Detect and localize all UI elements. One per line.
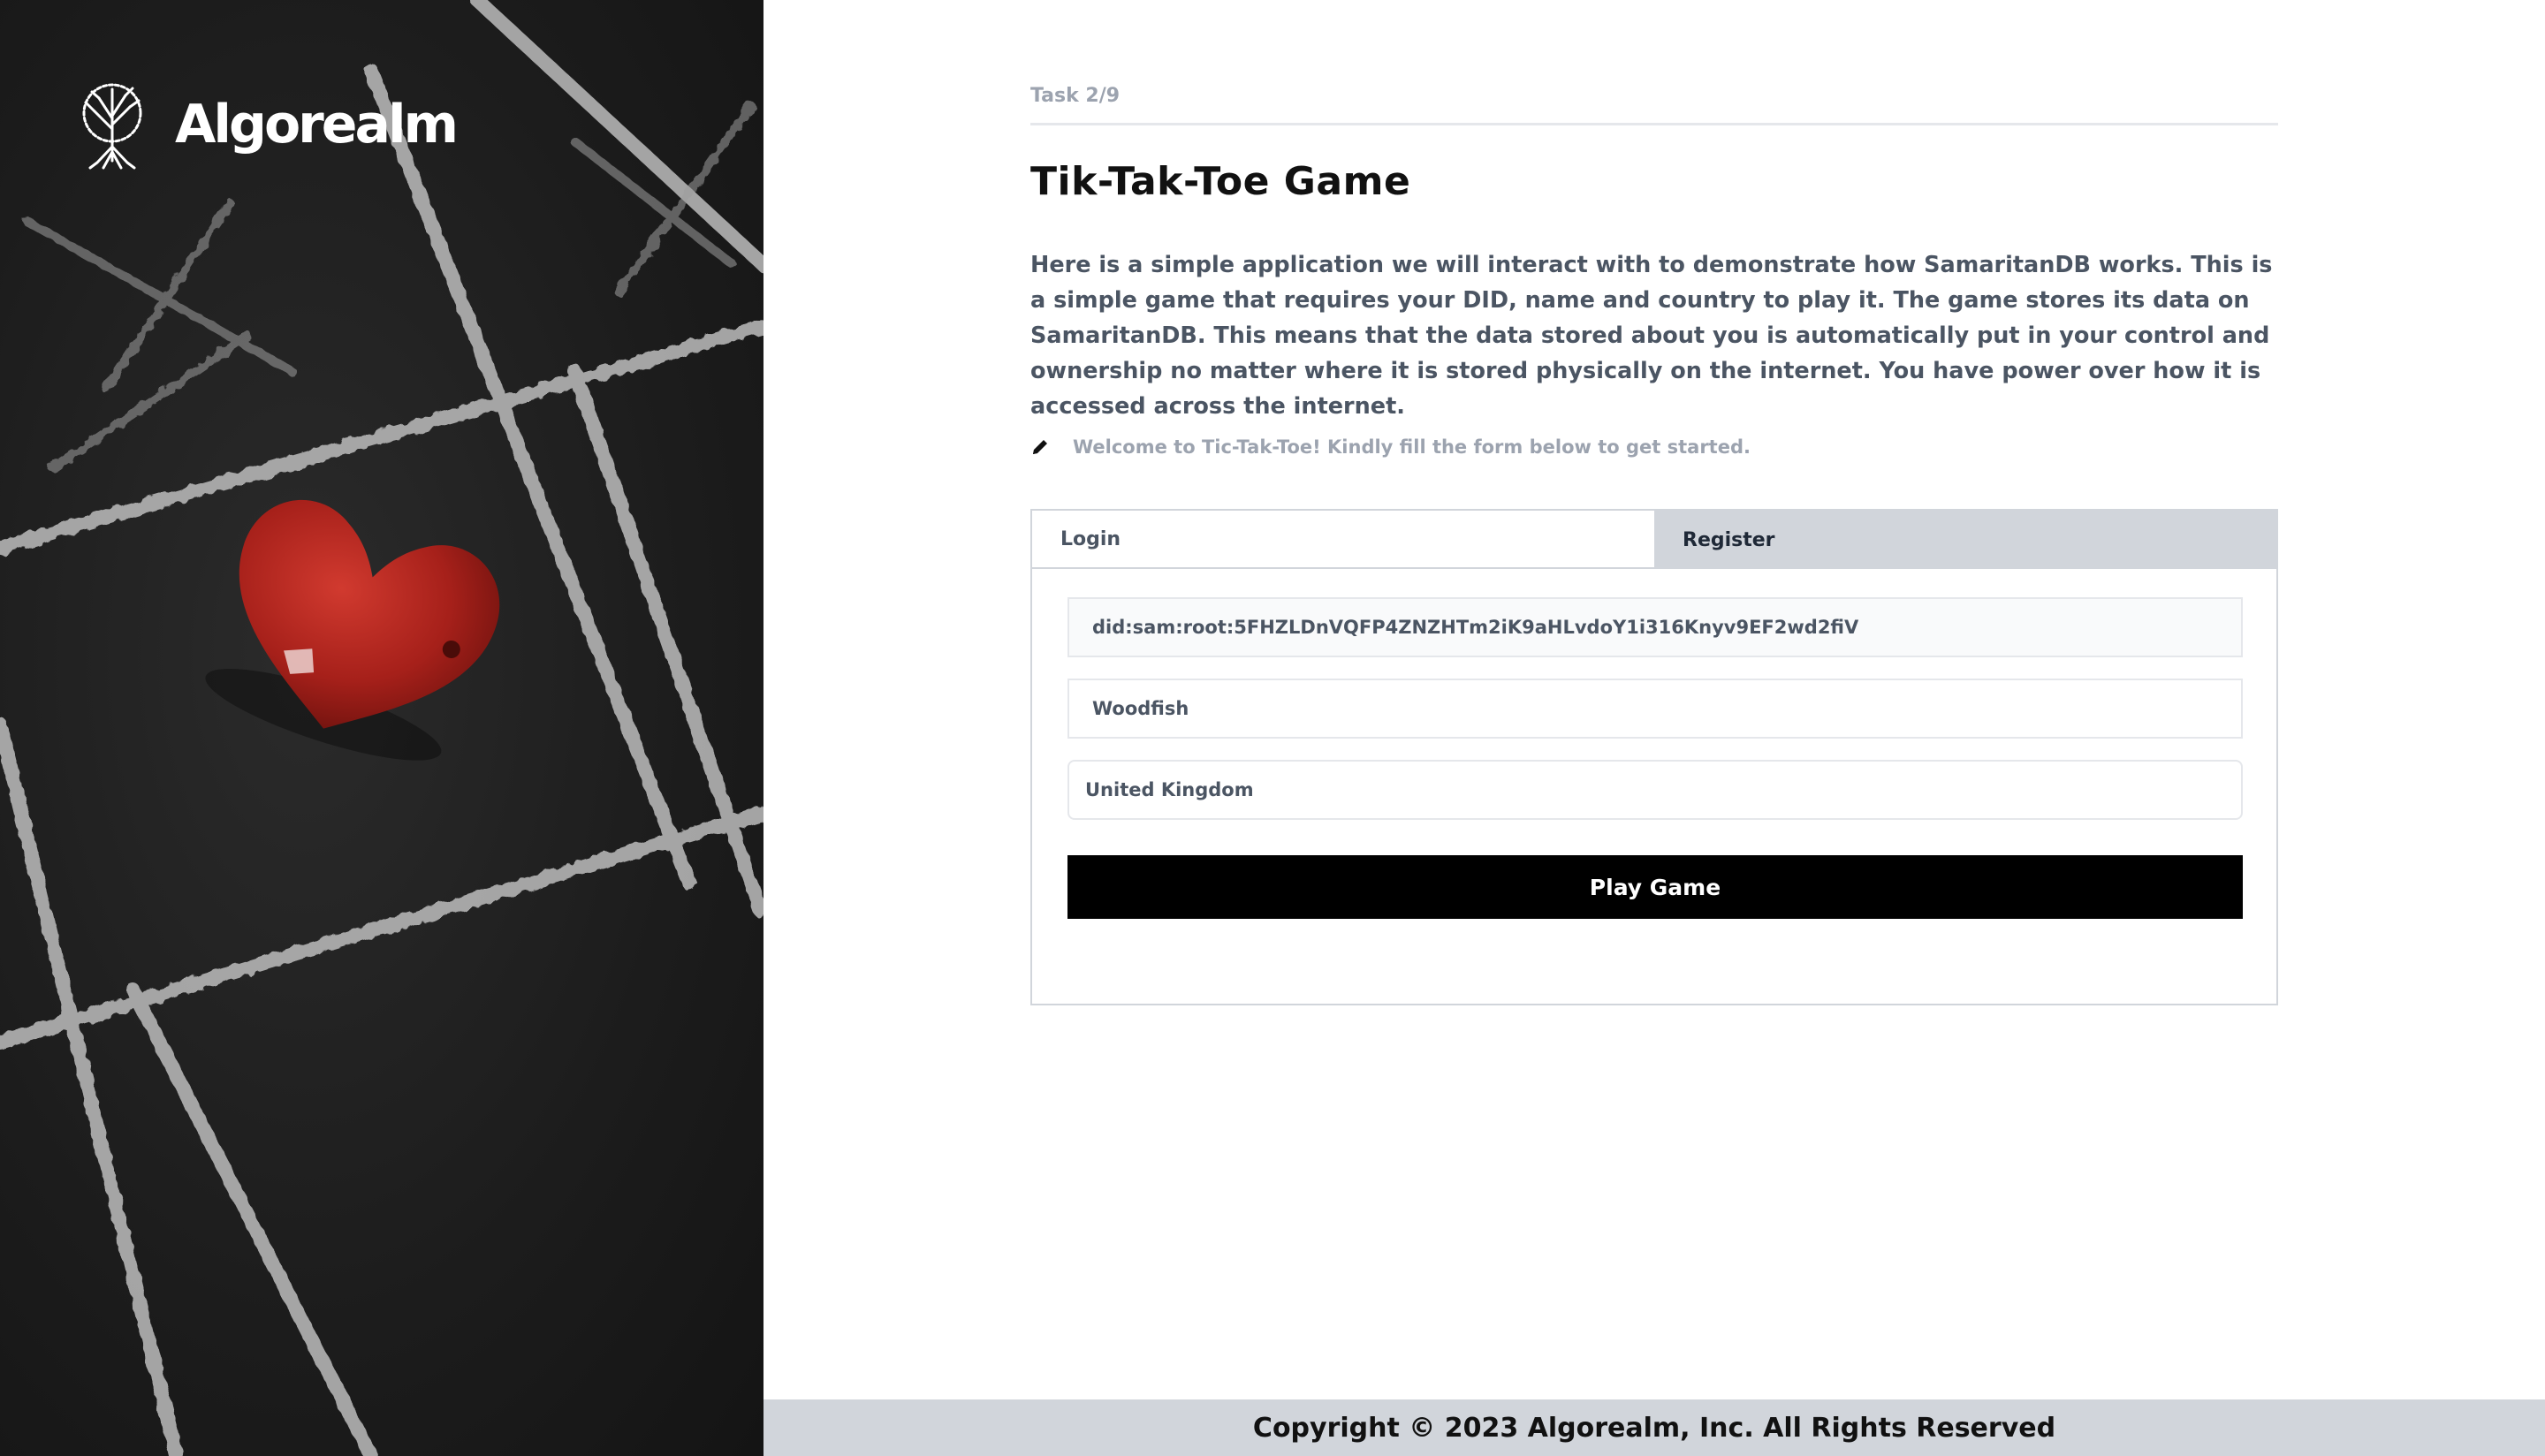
page-description: Here is a simple application we will int…: [1030, 252, 2273, 420]
page-title: Tik-Tak-Toe Game: [1030, 159, 1411, 204]
task-progress-label: Task 2/9: [1030, 85, 1121, 107]
tab-login[interactable]: Login: [1032, 511, 1654, 569]
country-input[interactable]: United Kingdom: [1067, 760, 2243, 820]
name-input[interactable]: Woodfish: [1067, 679, 2243, 739]
login-form-card: Login Register did:sam:root:5FHZLDnVQFP4…: [1030, 509, 2278, 1005]
hero-image-panel: Algorealm: [0, 0, 764, 1456]
brand-name: Algorealm: [175, 94, 459, 155]
welcome-message: Welcome to Tic-Tak-Toe! Kindly fill the …: [1030, 436, 1751, 458]
play-game-button[interactable]: Play Game: [1067, 855, 2243, 919]
divider: [1030, 123, 2278, 125]
tree-icon: [82, 83, 142, 170]
heart-image: [205, 499, 500, 761]
footer-copyright: Copyright © 2023 Algorealm, Inc. All Rig…: [764, 1399, 2545, 1456]
welcome-text: Welcome to Tic-Tak-Toe! Kindly fill the …: [1073, 436, 1751, 458]
tab-register[interactable]: Register: [1654, 511, 2276, 569]
brand-logo[interactable]: Algorealm: [64, 76, 459, 173]
did-input[interactable]: did:sam:root:5FHZLDnVQFP4ZNZHTm2iK9aHLvd…: [1067, 597, 2243, 657]
pencil-icon: [1033, 440, 1047, 454]
chalk-board-illustration: [0, 0, 764, 1456]
form-tabs: Login Register: [1032, 511, 2276, 569]
